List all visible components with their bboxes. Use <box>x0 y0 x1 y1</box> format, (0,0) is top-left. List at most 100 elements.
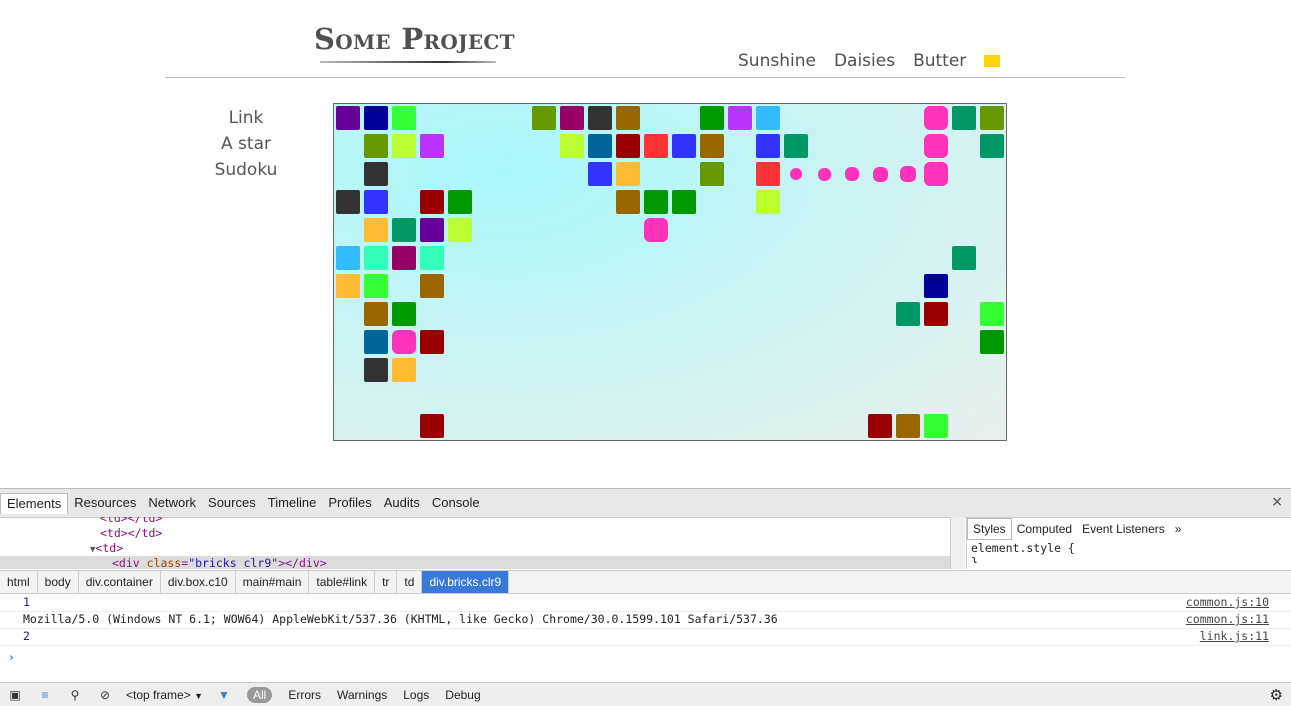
nav-sunshine[interactable]: Sunshine <box>738 51 816 71</box>
nav-butter[interactable]: Butter <box>913 51 966 71</box>
board-brick[interactable] <box>364 274 388 298</box>
dom-line[interactable]: <td></td> <box>0 517 950 526</box>
board-brick[interactable] <box>364 358 388 382</box>
game-board[interactable] <box>333 103 1007 441</box>
board-brick[interactable] <box>364 330 388 354</box>
filter-icon[interactable]: ▼ <box>209 688 239 702</box>
sidebar-tab[interactable]: Event Listeners <box>1077 519 1170 539</box>
board-brick[interactable] <box>364 106 388 130</box>
board-brick[interactable] <box>952 106 976 130</box>
dom-scrollbar[interactable] <box>950 517 965 569</box>
site-brand[interactable]: Some Project <box>314 22 515 56</box>
breadcrumb-item[interactable]: html <box>0 571 38 593</box>
board-brick[interactable] <box>616 106 640 130</box>
console-source-link[interactable]: link.js:11 <box>1200 628 1269 645</box>
board-brick[interactable] <box>364 134 388 158</box>
board-brick[interactable] <box>672 190 696 214</box>
board-brick[interactable] <box>868 414 892 438</box>
gear-icon[interactable]: ⚙ <box>1270 686 1283 704</box>
board-brick[interactable] <box>588 162 612 186</box>
board-brick[interactable] <box>588 106 612 130</box>
filter-errors[interactable]: Errors <box>280 688 329 702</box>
board-brick[interactable] <box>392 246 416 270</box>
board-brick[interactable] <box>756 162 780 186</box>
board-brick[interactable] <box>392 358 416 382</box>
tab-profiles[interactable]: Profiles <box>322 493 377 513</box>
board-brick[interactable] <box>364 246 388 270</box>
board-brick[interactable] <box>364 218 388 242</box>
board-brick[interactable] <box>756 106 780 130</box>
board-brick[interactable] <box>980 302 1004 326</box>
board-brick[interactable] <box>924 162 948 186</box>
board-brick[interactable] <box>420 414 444 438</box>
board-brick[interactable] <box>532 106 556 130</box>
tab-console[interactable]: Console <box>426 493 486 513</box>
board-brick[interactable] <box>980 106 1004 130</box>
board-brick[interactable] <box>616 190 640 214</box>
breadcrumb-item[interactable]: table#link <box>309 571 376 593</box>
clear-icon[interactable]: ⊘ <box>90 688 120 702</box>
board-brick[interactable] <box>952 246 976 270</box>
close-icon[interactable]: × <box>1271 494 1283 510</box>
board-brick[interactable] <box>392 134 416 158</box>
dock-icon[interactable]: ▣ <box>0 688 30 702</box>
board-brick[interactable] <box>700 106 724 130</box>
dom-line[interactable]: ▼<td> <box>0 541 950 556</box>
board-brick[interactable] <box>392 218 416 242</box>
board-brick[interactable] <box>336 190 360 214</box>
search-icon[interactable]: ⚲ <box>60 688 90 702</box>
board-brick[interactable] <box>980 330 1004 354</box>
filter-debug[interactable]: Debug <box>437 688 488 702</box>
board-brick[interactable] <box>784 134 808 158</box>
tab-sources[interactable]: Sources <box>202 493 262 513</box>
board-brick[interactable] <box>672 134 696 158</box>
board-brick[interactable] <box>756 190 780 214</box>
board-brick[interactable] <box>364 162 388 186</box>
board-brick[interactable] <box>588 134 612 158</box>
tab-resources[interactable]: Resources <box>68 493 142 513</box>
board-brick[interactable] <box>336 274 360 298</box>
board-brick[interactable] <box>420 218 444 242</box>
board-brick[interactable] <box>392 106 416 130</box>
console-source-link[interactable]: common.js:10 <box>1186 594 1269 611</box>
board-brick[interactable] <box>420 134 444 158</box>
board-brick[interactable] <box>700 134 724 158</box>
board-brick[interactable] <box>392 330 416 354</box>
board-brick[interactable] <box>924 106 948 130</box>
sidenav-sudoku[interactable]: Sudoku <box>196 157 296 183</box>
sidenav-link[interactable]: Link <box>196 105 296 131</box>
board-brick[interactable] <box>644 190 668 214</box>
board-brick[interactable] <box>896 302 920 326</box>
board-brick[interactable] <box>364 190 388 214</box>
board-brick[interactable] <box>616 162 640 186</box>
sidenav-a-star[interactable]: A star <box>196 131 296 157</box>
sidebar-tab[interactable]: Styles <box>967 518 1012 540</box>
board-brick[interactable] <box>924 134 948 158</box>
board-brick[interactable] <box>560 106 584 130</box>
board-brick[interactable] <box>448 218 472 242</box>
board-brick[interactable] <box>756 134 780 158</box>
board-brick[interactable] <box>420 274 444 298</box>
breadcrumb-item[interactable]: tr <box>375 571 398 593</box>
board-brick[interactable] <box>980 134 1004 158</box>
tab-audits[interactable]: Audits <box>378 493 426 513</box>
board-brick[interactable] <box>924 414 948 438</box>
board-brick[interactable] <box>616 134 640 158</box>
dom-line-selected[interactable]: <div class="bricks clr9"></div> <box>0 556 950 569</box>
board-brick[interactable] <box>924 274 948 298</box>
filter-all[interactable]: All <box>246 686 273 703</box>
breadcrumb-item[interactable]: td <box>397 571 423 593</box>
board-brick[interactable] <box>364 302 388 326</box>
style-rule[interactable]: element.style {} <box>967 541 1291 563</box>
console-source-link[interactable]: common.js:11 <box>1186 611 1269 628</box>
board-brick[interactable] <box>896 414 920 438</box>
console-prompt[interactable]: › <box>8 650 15 664</box>
board-brick[interactable] <box>700 162 724 186</box>
nav-daisies[interactable]: Daisies <box>834 51 895 71</box>
board-brick[interactable] <box>336 246 360 270</box>
frame-select[interactable]: <top frame> ▼ <box>120 688 209 702</box>
tab-elements[interactable]: Elements <box>0 492 69 514</box>
board-brick[interactable] <box>644 218 668 242</box>
tab-timeline[interactable]: Timeline <box>262 493 323 513</box>
breadcrumb-item[interactable]: div.bricks.clr9 <box>422 571 510 593</box>
